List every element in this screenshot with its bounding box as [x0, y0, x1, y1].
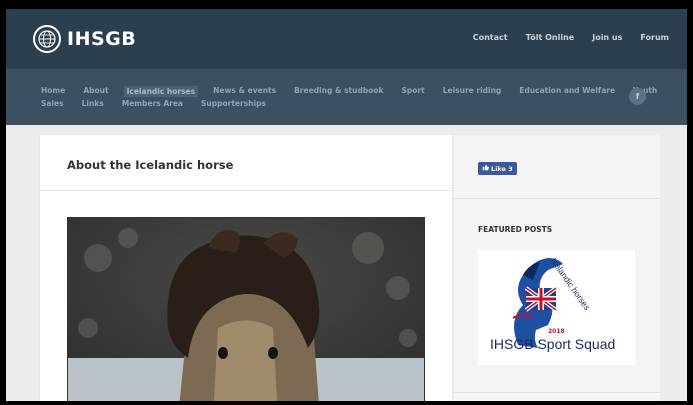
nav-item-sales[interactable]: Sales [41, 99, 64, 108]
divider [453, 392, 660, 393]
top-link-join-us[interactable]: Join us [592, 33, 622, 42]
facebook-icon[interactable]: f [629, 88, 646, 105]
top-links: Contact Tölt Online Join us Forum [473, 33, 669, 42]
featured-posts-heading: FEATURED POSTS [478, 225, 553, 234]
icelandic-horse-photo [67, 217, 425, 401]
main-nav: Home About Icelandic horses News & event… [6, 69, 687, 125]
divider [453, 198, 660, 199]
nav-item-about[interactable]: About [83, 86, 108, 97]
site-name: IHSGB [67, 28, 137, 50]
featured-caption: IHSGB Sport Squad [490, 336, 616, 352]
nav-item-members-area[interactable]: Members Area [122, 99, 183, 108]
main-content-card: About the Icelandic horse [40, 135, 452, 401]
nav-item-home[interactable]: Home [41, 86, 65, 97]
sidebar: Like 3 FEATURED POSTS Icelandic horses 2… [452, 135, 660, 401]
browser-viewport: IHSGB Contact Tölt Online Join us Forum … [6, 9, 687, 401]
nav-row-1: Home About Icelandic horses News & event… [41, 86, 675, 97]
top-link-tolt-online[interactable]: Tölt Online [526, 33, 575, 42]
page-title: About the Icelandic horse [67, 158, 234, 172]
nav-item-links[interactable]: Links [82, 99, 104, 108]
nav-item-breeding-studbook[interactable]: Breeding & studbook [294, 86, 383, 97]
top-link-forum[interactable]: Forum [640, 33, 669, 42]
nav-item-icelandic-horses[interactable]: Icelandic horses [123, 86, 199, 97]
featured-post-sport-squad[interactable]: Icelandic horses 2018 IHSGB Sport Squad [478, 250, 635, 365]
nav-item-news-events[interactable]: News & events [213, 86, 276, 97]
thumbs-up-icon [482, 164, 489, 173]
site-header: IHSGB Contact Tölt Online Join us Forum [6, 9, 687, 69]
nav-item-sport[interactable]: Sport [402, 86, 425, 97]
site-logo[interactable]: IHSGB [33, 25, 136, 53]
featured-year: 2018 [548, 328, 565, 335]
nav-item-leisure-riding[interactable]: Leisure riding [443, 86, 502, 97]
globe-logo-icon [33, 25, 61, 53]
nav-item-supporterships[interactable]: Supporterships [201, 99, 266, 108]
nav-row-2: Sales Links Members Area Supporterships [41, 99, 284, 108]
facebook-like-label: Like 3 [491, 164, 513, 173]
nav-item-education-welfare[interactable]: Education and Welfare [519, 86, 615, 97]
top-link-contact[interactable]: Contact [473, 33, 508, 42]
divider [40, 190, 452, 191]
facebook-like-button[interactable]: Like 3 [478, 162, 517, 175]
